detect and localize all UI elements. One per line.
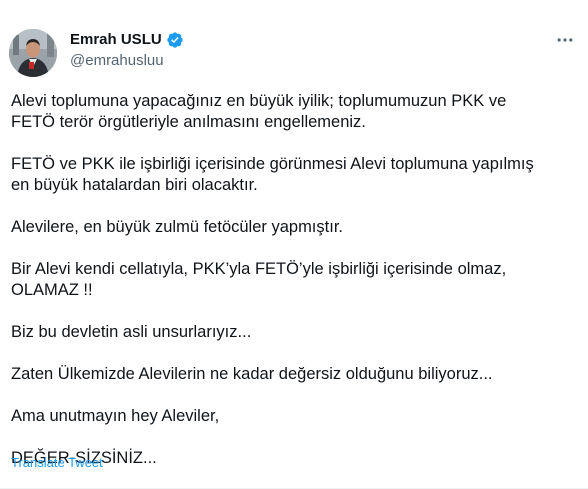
- author-display-name[interactable]: Emrah USLU: [70, 30, 162, 50]
- tweet-paragraph: Alevi toplumuna yapacağınız en büyük iyi…: [11, 92, 507, 131]
- translate-tweet-link[interactable]: Translate Tweet: [11, 455, 103, 471]
- tweet-card: Emrah USLU @emrahusluu Alevi toplumuna y…: [0, 0, 588, 489]
- avatar-photo-icon: [9, 29, 57, 77]
- tweet-paragraph: Bir Alevi kendi cellatıyla, PKK’yla FETÖ…: [11, 260, 507, 299]
- author-name-row: Emrah USLU: [70, 30, 184, 50]
- author-handle[interactable]: @emrahusluu: [70, 51, 164, 71]
- tweet-text: Alevi toplumuna yapacağınız en büyük iyi…: [11, 91, 581, 469]
- tweet-paragraph: Ama unutmayın hey Aleviler,: [11, 407, 220, 425]
- tweet-paragraph: Alevilere, en büyük zulmü fetöcüler yapm…: [11, 218, 343, 236]
- more-options-button[interactable]: [548, 28, 582, 52]
- verified-badge-icon: [166, 31, 184, 49]
- tweet-paragraph: Biz bu devletin asli unsurlarıyız...: [11, 323, 252, 341]
- avatar[interactable]: [9, 29, 57, 77]
- more-horizontal-icon: [557, 38, 573, 42]
- tweet-paragraph: Zaten Ülkemizde Alevilerin ne kadar değe…: [11, 365, 493, 383]
- tweet-paragraph: FETÖ ve PKK ile işbirliği içerisinde gör…: [11, 155, 534, 194]
